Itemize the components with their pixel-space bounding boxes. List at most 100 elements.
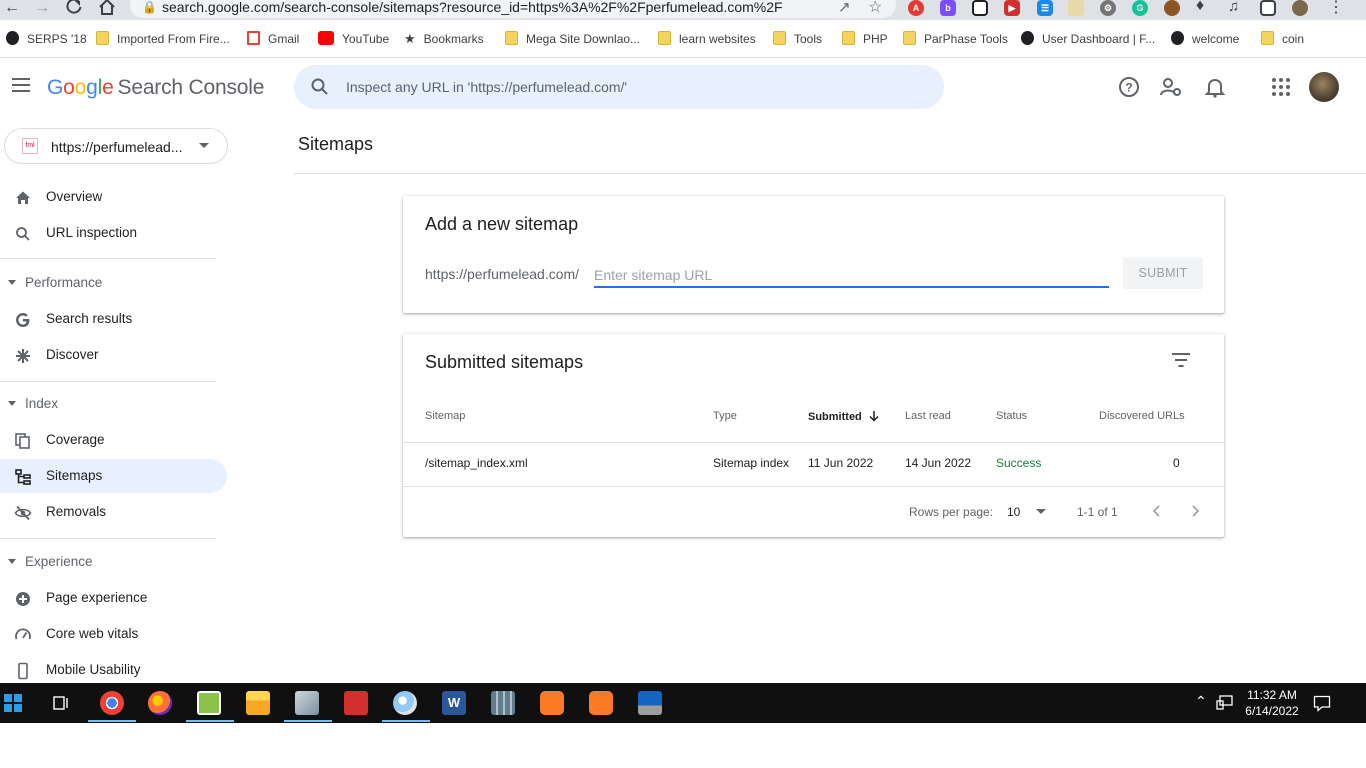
sidebar-item-coverage[interactable]: Coverage xyxy=(0,423,227,457)
main-menu-icon[interactable] xyxy=(12,78,30,92)
sidebar-item-sitemaps[interactable]: Sitemaps xyxy=(0,459,227,493)
bookmark-imported[interactable]: Imported From Fire... xyxy=(96,30,230,48)
sidebar-section-index[interactable]: Index xyxy=(0,393,227,417)
home-icon xyxy=(16,191,30,204)
remote-desktop-taskbar-icon[interactable] xyxy=(638,691,662,715)
back-icon[interactable]: ← xyxy=(4,0,20,18)
bookmark-gmail[interactable]: Gmail xyxy=(247,30,299,48)
property-favicon: fml xyxy=(22,138,38,154)
notebook-active-indicator xyxy=(284,720,332,722)
account-avatar[interactable] xyxy=(1309,72,1339,102)
system-clock[interactable]: 11:32 AM 6/14/2022 xyxy=(1240,687,1304,719)
search-placeholder: Inspect any URL in 'https://perfumelead.… xyxy=(346,79,628,95)
notebook-taskbar-icon[interactable] xyxy=(295,691,319,715)
home-button-icon[interactable] xyxy=(98,0,116,15)
cookie-icon[interactable] xyxy=(1164,0,1180,16)
submit-button[interactable]: SUBMIT xyxy=(1123,257,1203,289)
bookmark-coin[interactable]: coin xyxy=(1261,30,1304,48)
bookmark-welcome[interactable]: welcome xyxy=(1171,30,1239,48)
media-control-icon[interactable]: ♫ xyxy=(1228,0,1239,15)
sidebar-section-experience[interactable]: Experience xyxy=(0,551,227,575)
profile-avatar-icon[interactable] xyxy=(1292,0,1308,16)
search-console-logo[interactable]: Google Search Console xyxy=(47,76,264,100)
extension-gear-icon[interactable]: ⚙ xyxy=(1100,0,1116,16)
sidebar-item-search-results[interactable]: Search results xyxy=(0,302,227,336)
file-explorer-taskbar-icon[interactable] xyxy=(246,691,270,715)
reload-icon[interactable] xyxy=(66,0,82,15)
sidebar-item-removals[interactable]: Removals xyxy=(0,495,227,529)
word-taskbar-icon[interactable]: W xyxy=(442,691,466,715)
sidebar-item-discover[interactable]: Discover xyxy=(0,338,227,372)
property-selector[interactable]: fml https://perfumelead... xyxy=(4,128,228,164)
bookmark-user-dashboard[interactable]: User Dashboard | F... xyxy=(1021,30,1155,48)
submitted-sitemaps-card: Submitted sitemaps Sitemap Type Submitte… xyxy=(403,334,1224,537)
sidebar-item-overview[interactable]: Overview xyxy=(0,180,227,214)
column-header-last-read[interactable]: Last read xyxy=(905,410,951,422)
side-panel-icon[interactable] xyxy=(1260,0,1276,16)
xampp-taskbar-icon[interactable] xyxy=(540,691,564,715)
sidebar-divider xyxy=(0,258,216,259)
action-center-icon[interactable] xyxy=(1313,695,1331,712)
sidebar-item-page-experience[interactable]: Page experience xyxy=(0,581,227,615)
notepad-taskbar-icon[interactable] xyxy=(197,691,221,715)
menu-kebab-icon[interactable]: ⋮ xyxy=(1328,0,1344,17)
address-bar[interactable]: 🔒 search.google.com/search-console/sitem… xyxy=(130,0,896,18)
globe-icon xyxy=(1171,31,1184,45)
grammarly-icon[interactable]: G xyxy=(1132,0,1148,16)
cell-sitemap: /sitemap_index.xml xyxy=(425,456,528,470)
bookmark-mega-site[interactable]: Mega Site Downlao... xyxy=(505,30,640,48)
bookmark-parphase[interactable]: ParPhase Tools xyxy=(903,30,1008,48)
apps-grid-icon[interactable] xyxy=(1270,76,1292,98)
extension-photo-icon[interactable] xyxy=(1068,0,1084,16)
chrome-taskbar-icon[interactable] xyxy=(100,691,124,715)
sitemap-url-input[interactable] xyxy=(594,260,1109,288)
share-icon[interactable]: ↗ xyxy=(838,0,851,16)
url-inspect-search[interactable]: Inspect any URL in 'https://perfumelead.… xyxy=(294,65,944,109)
extension-window-icon[interactable] xyxy=(972,0,988,16)
bookmark-tools[interactable]: Tools xyxy=(773,30,822,48)
acrobat-taskbar-icon[interactable] xyxy=(344,691,368,715)
windows-start-icon[interactable] xyxy=(4,694,22,712)
sidebar-item-mobile-usability[interactable]: Mobile Usability xyxy=(0,653,227,687)
column-header-sitemap[interactable]: Sitemap xyxy=(425,410,465,422)
forward-icon[interactable]: → xyxy=(34,0,50,18)
column-header-submitted[interactable]: Submitted xyxy=(808,410,880,423)
bookmark-learn-websites[interactable]: learn websites xyxy=(658,30,756,48)
asterisk-icon xyxy=(16,349,30,363)
xampp-control-taskbar-icon[interactable] xyxy=(589,691,613,715)
sidebar-section-performance[interactable]: Performance xyxy=(0,272,227,296)
folder-icon xyxy=(842,31,855,45)
bookmark-youtube[interactable]: YouTube xyxy=(318,30,389,48)
bookmark-bookmarks[interactable]: ★ Bookmarks xyxy=(404,30,484,48)
adblock-icon[interactable]: A xyxy=(908,0,924,16)
sidebar-item-url-inspection[interactable]: URL inspection xyxy=(0,216,227,250)
bookmark-serps[interactable]: SERPS '18 xyxy=(6,30,87,48)
chevron-left-icon[interactable] xyxy=(1151,504,1161,518)
column-header-discovered-urls[interactable]: Discovered URLs xyxy=(1099,410,1185,422)
notifications-bell-icon[interactable] xyxy=(1204,76,1226,98)
windows-taskbar: W ⌃ 11:32 AM 6/14/2022 xyxy=(0,683,1366,723)
column-header-status[interactable]: Status xyxy=(996,410,1027,422)
filter-icon[interactable] xyxy=(1171,352,1191,368)
show-hidden-icons-chevron-icon[interactable]: ⌃ xyxy=(1195,693,1207,710)
firefox-taskbar-icon[interactable] xyxy=(148,691,172,715)
extension-b-icon[interactable]: b xyxy=(940,0,956,16)
extensions-puzzle-icon[interactable]: ♦ xyxy=(1196,0,1204,15)
calculator-taskbar-icon[interactable] xyxy=(491,691,515,715)
youtube-extension-icon[interactable]: ▶ xyxy=(1004,0,1020,16)
bookmark-star-icon[interactable]: ☆ xyxy=(868,0,882,17)
phone-icon xyxy=(18,662,28,680)
layers-extension-icon[interactable]: ☰ xyxy=(1037,0,1053,16)
network-icon[interactable] xyxy=(1216,695,1234,711)
task-view-icon[interactable] xyxy=(52,695,70,711)
app-header: Google Search Console Inspect any URL in … xyxy=(0,58,1366,118)
column-header-type[interactable]: Type xyxy=(713,410,737,422)
paint-taskbar-icon[interactable] xyxy=(393,691,417,715)
address-url: search.google.com/search-console/sitemap… xyxy=(162,0,783,15)
bookmark-php[interactable]: PHP xyxy=(842,30,888,48)
help-icon[interactable]: ? xyxy=(1118,76,1140,98)
manage-users-icon[interactable] xyxy=(1160,76,1182,98)
chevron-right-icon[interactable] xyxy=(1191,504,1201,518)
rows-per-page-select[interactable]: 10 xyxy=(1007,505,1047,519)
sidebar-item-core-web-vitals[interactable]: Core web vitals xyxy=(0,617,227,651)
